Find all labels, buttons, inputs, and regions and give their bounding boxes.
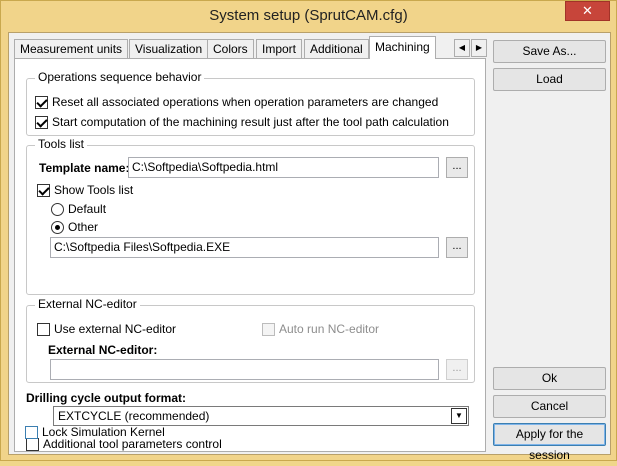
auto-run-nc-editor-label: Auto run NC-editor bbox=[279, 322, 380, 336]
nc-editor-group-label: External NC-editor bbox=[35, 297, 140, 311]
use-nc-editor-checkbox[interactable] bbox=[37, 322, 50, 336]
system-setup-window: System setup (SprutCAM.cfg) ✕ Measuremen… bbox=[0, 0, 617, 462]
auto-run-nc-editor-checkbox[interactable] bbox=[262, 322, 275, 336]
lock-simulation-kernel-label: Lock Simulation Kernel bbox=[42, 425, 165, 439]
tools-list-group-label: Tools list bbox=[35, 137, 88, 151]
tools-other-option[interactable]: Other bbox=[51, 220, 98, 234]
tab-machining[interactable]: Machining bbox=[369, 36, 436, 59]
use-nc-editor-label: Use external NC-editor bbox=[54, 322, 177, 336]
dialog-body: Measurement units Visualization Colors I… bbox=[8, 32, 611, 462]
cancel-button[interactable]: Cancel bbox=[493, 395, 606, 418]
tools-other-path-field[interactable]: C:\Softpedia Files\Softpedia.EXE bbox=[50, 237, 439, 258]
lock-simulation-kernel-option[interactable]: Lock Simulation Kernel bbox=[25, 425, 165, 439]
tools-other-radio[interactable] bbox=[51, 220, 64, 234]
nc-editor-path-label: External NC-editor: bbox=[48, 343, 158, 357]
tools-other-label: Other bbox=[68, 220, 99, 234]
drilling-format-value: EXTCYCLE (recommended) bbox=[58, 409, 210, 423]
additional-tool-params-option[interactable]: Additional tool parameters control bbox=[26, 437, 222, 451]
show-tools-list-option[interactable]: Show Tools list bbox=[37, 183, 133, 197]
chevron-right-icon: ▶ bbox=[475, 43, 483, 52]
tab-scroll-left-button[interactable]: ◀ bbox=[454, 39, 470, 57]
tools-other-browse-button[interactable]: ... bbox=[446, 237, 468, 258]
chevron-down-icon[interactable]: ▼ bbox=[451, 408, 467, 424]
window-title: System setup (SprutCAM.cfg) bbox=[209, 7, 408, 24]
chevron-left-icon: ◀ bbox=[458, 43, 466, 52]
tools-default-radio[interactable] bbox=[51, 202, 64, 216]
tools-default-label: Default bbox=[68, 202, 107, 216]
tab-colors[interactable]: Colors bbox=[207, 39, 254, 58]
start-computation-label: Start computation of the machining resul… bbox=[52, 115, 449, 129]
tab-additional[interactable]: Additional bbox=[304, 39, 369, 58]
tab-scroll-right-button[interactable]: ▶ bbox=[471, 39, 487, 57]
tools-default-option[interactable]: Default bbox=[51, 202, 106, 216]
tab-visualization[interactable]: Visualization bbox=[129, 39, 209, 58]
start-computation-checkbox[interactable] bbox=[35, 115, 48, 129]
apply-session-button[interactable]: Apply for the session bbox=[493, 423, 606, 462]
show-tools-list-label: Show Tools list bbox=[54, 183, 134, 197]
save-as-button[interactable]: Save As... bbox=[493, 40, 606, 63]
template-name-field[interactable]: C:\Softpedia\Softpedia.html bbox=[128, 157, 439, 178]
template-name-label: Template name: bbox=[39, 161, 130, 175]
tab-measurement-units[interactable]: Measurement units bbox=[14, 39, 129, 58]
start-computation-option[interactable]: Start computation of the machining resul… bbox=[35, 115, 449, 129]
close-icon: ✕ bbox=[582, 3, 593, 18]
template-browse-button[interactable]: ... bbox=[446, 157, 468, 178]
auto-run-nc-editor-option[interactable]: Auto run NC-editor bbox=[262, 322, 379, 336]
reset-operations-checkbox[interactable] bbox=[35, 95, 48, 109]
lock-simulation-kernel-checkbox[interactable] bbox=[25, 425, 38, 439]
reset-operations-option[interactable]: Reset all associated operations when ope… bbox=[35, 95, 438, 109]
drilling-format-label: Drilling cycle output format: bbox=[26, 391, 187, 405]
title-bar[interactable]: System setup (SprutCAM.cfg) ✕ bbox=[1, 1, 616, 31]
machining-panel: Operations sequence behavior Reset all a… bbox=[14, 58, 486, 452]
close-button[interactable]: ✕ bbox=[565, 1, 610, 21]
load-button[interactable]: Load bbox=[493, 68, 606, 91]
reset-operations-label: Reset all associated operations when ope… bbox=[52, 95, 439, 109]
nc-editor-browse-button[interactable]: ... bbox=[446, 359, 468, 380]
ok-button[interactable]: Ok bbox=[493, 367, 606, 390]
additional-tool-params-label: Additional tool parameters control bbox=[43, 437, 222, 451]
use-nc-editor-option[interactable]: Use external NC-editor bbox=[37, 322, 176, 336]
tab-import[interactable]: Import bbox=[256, 39, 303, 58]
additional-tool-params-checkbox[interactable] bbox=[26, 437, 39, 451]
show-tools-list-checkbox[interactable] bbox=[37, 183, 50, 197]
operations-group-label: Operations sequence behavior bbox=[35, 70, 205, 84]
nc-editor-path-field[interactable] bbox=[50, 359, 439, 380]
drilling-format-select[interactable]: EXTCYCLE (recommended) ▼ bbox=[53, 406, 469, 426]
